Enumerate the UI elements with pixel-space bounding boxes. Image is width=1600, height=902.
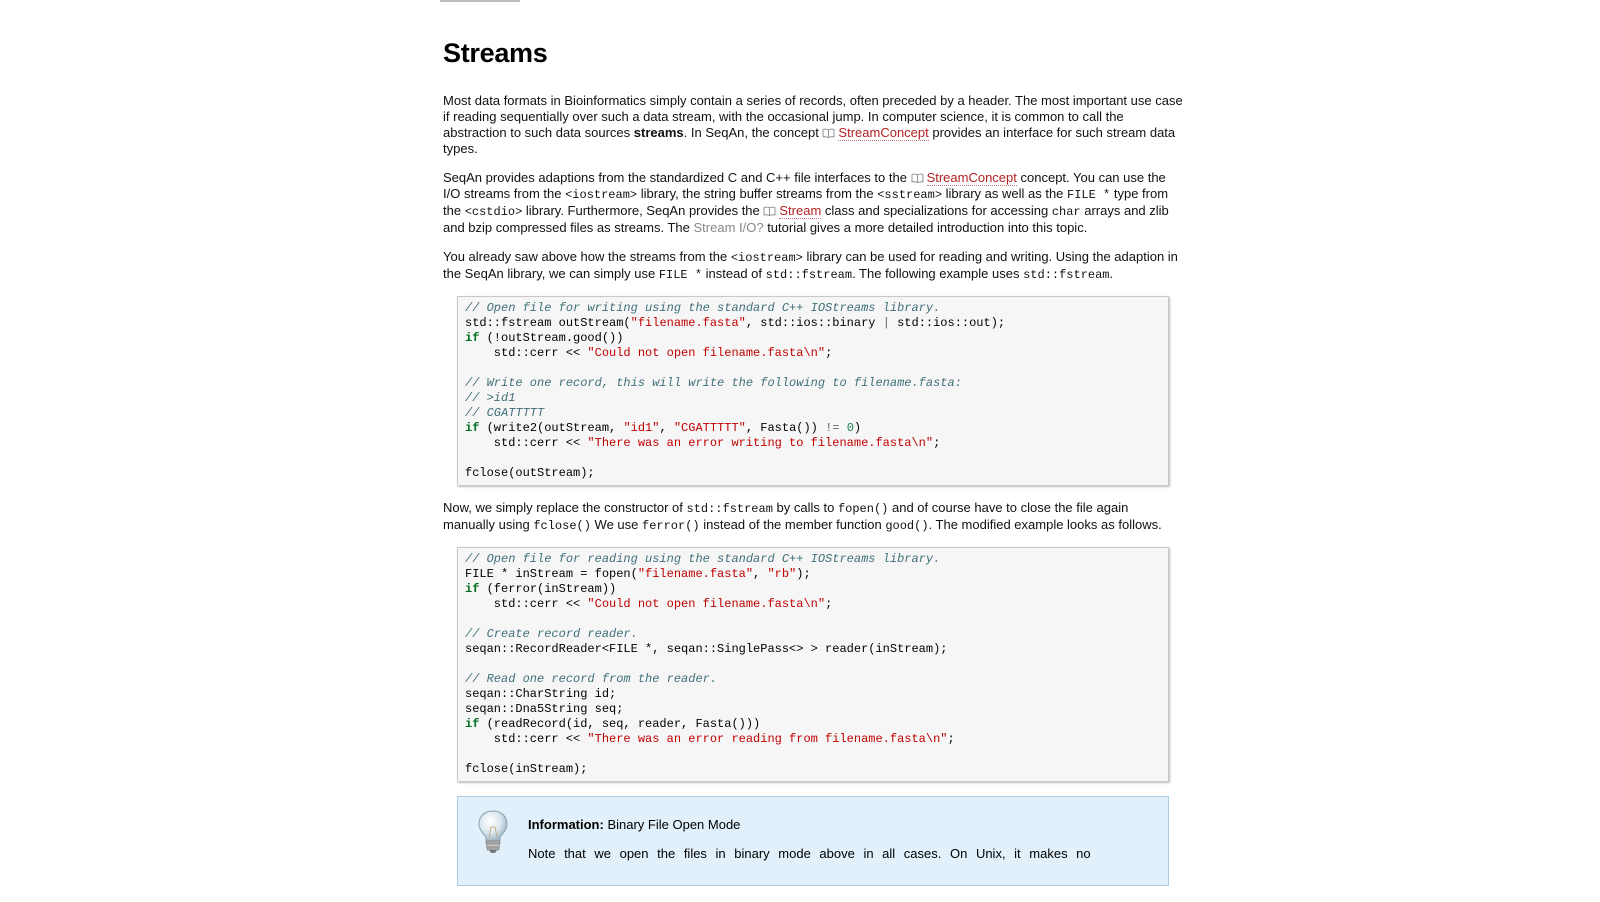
inline-code: std::fstream <box>765 268 853 282</box>
inline-code: fclose() <box>533 519 591 533</box>
info-text: Note that we open the files in binary mo… <box>528 846 1091 861</box>
code-block-read[interactable]: // Open file for reading using the stand… <box>457 547 1169 782</box>
page-title: Streams <box>443 38 548 68</box>
bold-streams: streams <box>633 125 684 140</box>
paragraph-adaptions: SeqAn provides adaptions from the standa… <box>443 170 1169 235</box>
main-content: Streams Most data formats in Bioinformat… <box>443 38 1183 886</box>
link-stream[interactable]: Stream <box>779 203 822 219</box>
book-icon <box>911 170 927 185</box>
inline-code: FILE * <box>1067 188 1111 202</box>
link-stream-io-tutorial[interactable]: Stream I/O? <box>694 220 764 235</box>
code-block-write[interactable]: // Open file for writing using the stand… <box>457 296 1169 486</box>
book-icon <box>763 203 779 218</box>
link-streamconcept-2[interactable]: StreamConcept <box>926 170 1017 186</box>
top-cut-line <box>440 0 520 2</box>
inline-code: <sstream> <box>877 188 943 202</box>
paragraph-iostream: You already saw above how the streams fr… <box>443 249 1178 282</box>
paragraph-replace: Now, we simply replace the constructor o… <box>443 500 1162 533</box>
inline-code: <cstdio> <box>464 205 523 219</box>
inline-code: std::fstream <box>686 502 773 516</box>
inline-code: char <box>1051 205 1081 219</box>
book-icon <box>822 125 838 140</box>
link-streamconcept[interactable]: StreamConcept <box>838 125 929 141</box>
inline-code: FILE * <box>658 268 703 282</box>
inline-code: good() <box>885 519 929 533</box>
inline-code: ferror() <box>642 519 700 533</box>
inline-code: std::fstream <box>1023 268 1110 282</box>
inline-code: fopen() <box>837 502 889 516</box>
lightbulb-icon <box>478 810 508 853</box>
inline-code: <iostream> <box>730 251 803 265</box>
info-box-binary-mode: Information: Binary File Open Mode Note … <box>457 796 1169 886</box>
info-title: Information: Binary File Open Mode <box>528 817 741 832</box>
paragraph-intro: Most data formats in Bioinformatics simp… <box>443 93 1183 156</box>
inline-code: <iostream> <box>565 188 638 202</box>
